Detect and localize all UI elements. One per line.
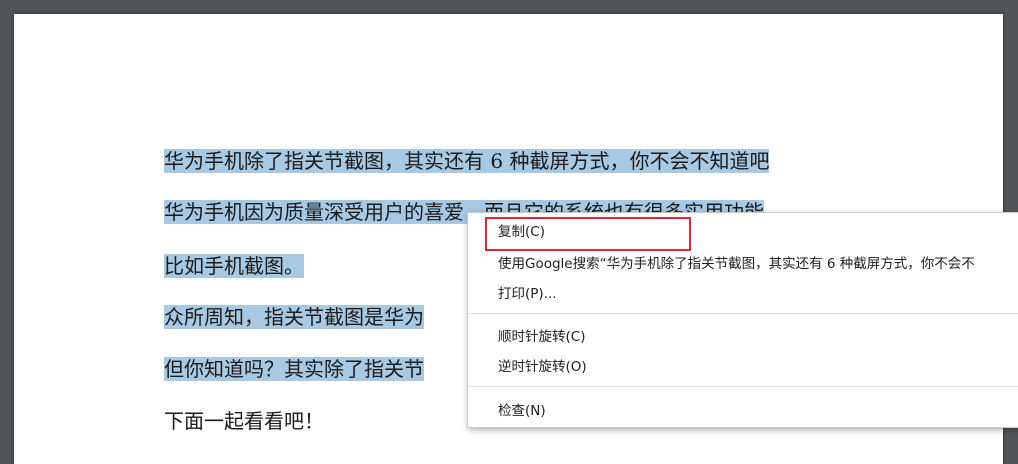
copy-highlight-box bbox=[485, 217, 691, 251]
menu-item-rotate-counterclockwise[interactable]: 逆时针旋转(O) bbox=[498, 356, 587, 378]
text-line-3[interactable]: 比如手机截图。 bbox=[164, 253, 304, 279]
text-line-6[interactable]: 下面一起看看吧！ bbox=[164, 408, 324, 434]
selected-text[interactable]: 比如手机截图。 bbox=[164, 254, 304, 278]
selected-text[interactable]: 但你知道吗？其实除了指关节 bbox=[164, 357, 424, 381]
menu-item-rotate-clockwise[interactable]: 顺时针旋转(C) bbox=[498, 326, 585, 348]
text-line-1[interactable]: 华为手机除了指关节截图，其实还有 6 种截屏方式，你不会不知道吧 bbox=[164, 148, 770, 174]
menu-separator bbox=[468, 313, 1018, 314]
menu-item-google-search[interactable]: 使用Google搜索“华为手机除了指关节截图，其实还有 6 种截屏方式，你不会不 bbox=[498, 253, 975, 275]
selected-text[interactable]: 众所周知，指关节截图是华为 bbox=[164, 305, 424, 329]
menu-separator bbox=[468, 386, 1018, 387]
context-menu: 复制(C) 使用Google搜索“华为手机除了指关节截图，其实还有 6 种截屏方… bbox=[467, 212, 1018, 428]
menu-item-print[interactable]: 打印(P)... bbox=[498, 283, 557, 305]
text-line-5[interactable]: 但你知道吗？其实除了指关节 bbox=[164, 356, 424, 382]
unselected-text[interactable]: 下面一起看看吧！ bbox=[164, 409, 324, 433]
text-line-4[interactable]: 众所周知，指关节截图是华为 bbox=[164, 304, 424, 330]
selected-text[interactable]: 华为手机除了指关节截图，其实还有 6 种截屏方式，你不会不知道吧 bbox=[164, 149, 770, 173]
menu-item-inspect[interactable]: 检查(N) bbox=[498, 400, 546, 422]
